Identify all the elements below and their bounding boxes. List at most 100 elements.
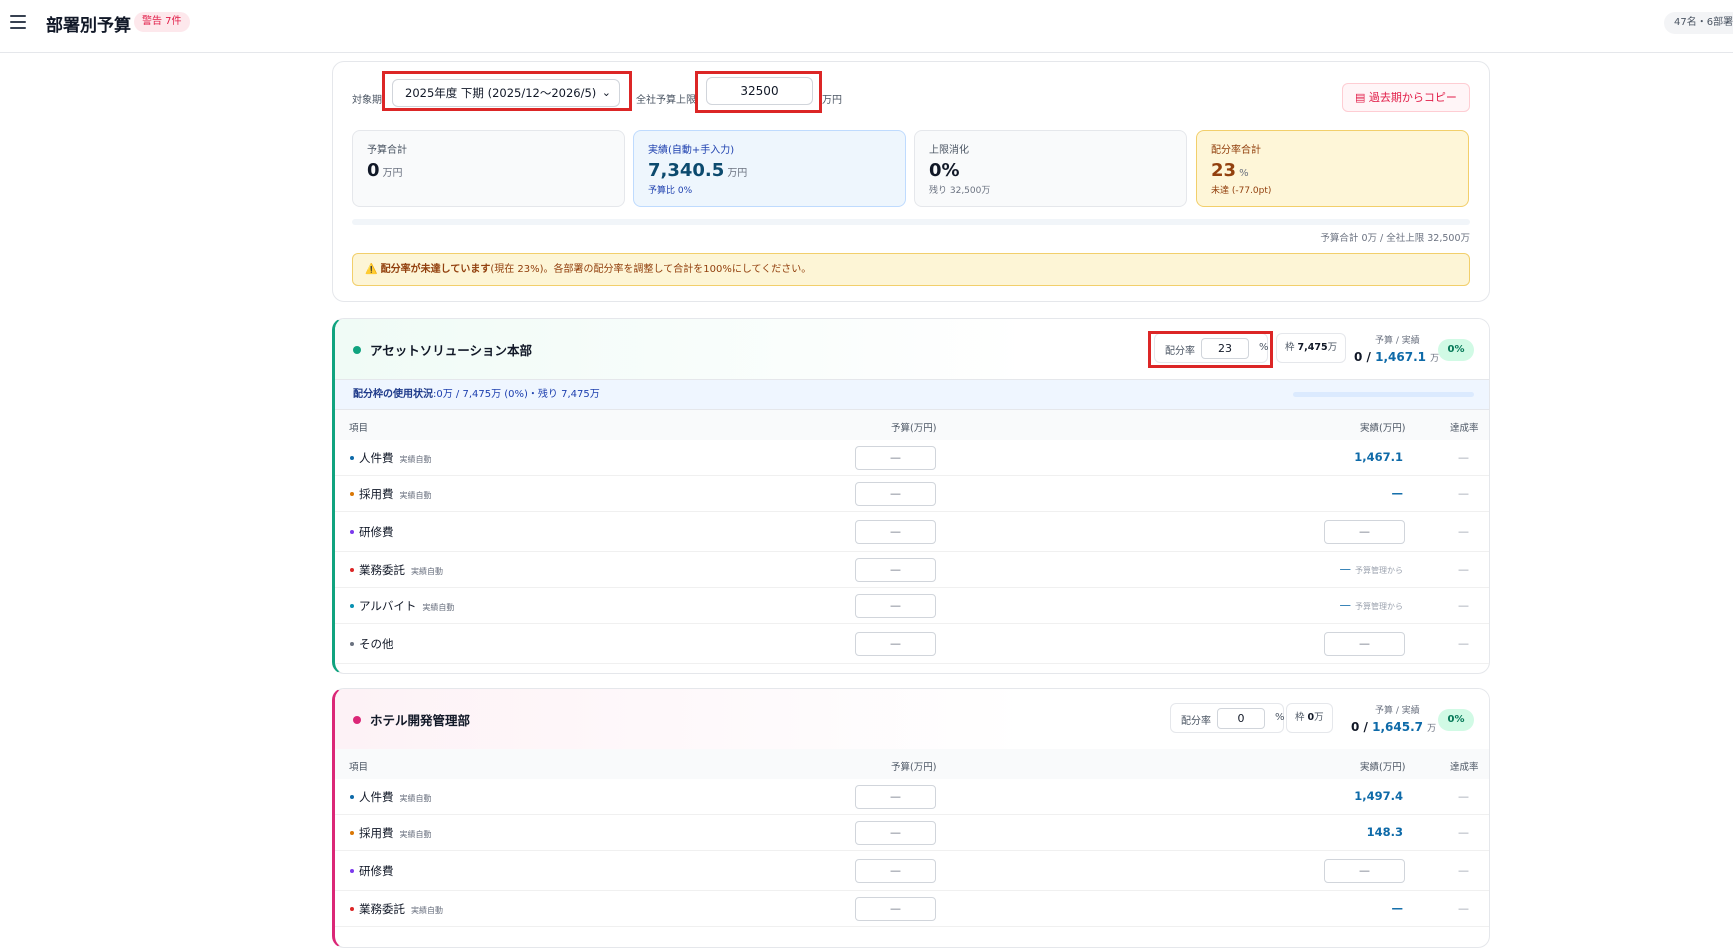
actual-input[interactable]: —: [1324, 632, 1405, 656]
highlight-rate: [1148, 331, 1273, 368]
department-name: アセットソリューション本部: [370, 343, 533, 358]
highlight-period: [382, 71, 632, 111]
department-dot: [353, 346, 361, 354]
cap-label: 全社予算上限: [636, 95, 696, 106]
copy-from-past-button[interactable]: ▤ 過去期からコピー: [1342, 83, 1470, 112]
warning-badge[interactable]: 警告 7件: [134, 12, 190, 32]
th-item: 項目: [349, 423, 369, 434]
cap-progress-text: 予算合計 0万 / 全社上限 32,500万: [1320, 233, 1470, 244]
item-bullet: [350, 530, 354, 534]
frame-label: 枠: [1285, 342, 1295, 353]
achievement-value: —: [1458, 826, 1469, 839]
item-bullet: [350, 795, 354, 799]
budget-input[interactable]: —: [855, 594, 936, 618]
item-name: その他: [359, 636, 394, 652]
table-row: 採用費 実績自動 — 148.3 —: [335, 815, 1489, 851]
allocation-rate-box: 配分率 0 %: [1170, 703, 1285, 733]
item-name: 研修費: [359, 524, 394, 540]
auto-tag: 実績自動: [411, 906, 443, 915]
budget-input[interactable]: —: [855, 558, 936, 582]
frame-label: 枠: [1295, 712, 1305, 723]
table-row: その他 — — —: [335, 624, 1489, 664]
stat-unit: 万円: [727, 168, 748, 179]
item-bullet: [350, 456, 354, 460]
period-label: 対象期: [352, 95, 382, 106]
stat-value: 0%: [929, 160, 960, 181]
frame-value: 7,475: [1297, 342, 1328, 353]
actual-number: 1,467.1: [1354, 450, 1403, 464]
rate-label: 配分率: [1181, 716, 1211, 727]
table-row: 人件費 実績自動 — 1,467.1 —: [335, 440, 1489, 476]
actual-number: —: [1339, 562, 1352, 576]
budget-actual-label: 予算 / 実績: [1375, 336, 1420, 346]
top-bar: 部署別予算 警告 7件 47名・6部署: [0, 0, 1733, 53]
item-bullet: [350, 831, 354, 835]
rate-input[interactable]: 0: [1217, 708, 1265, 729]
actual-value: —: [1392, 486, 1404, 500]
th-item: 項目: [349, 762, 369, 773]
actual-value: 1,497.4: [1354, 789, 1403, 803]
budget-input[interactable]: —: [855, 632, 936, 656]
th-budget: 予算(万円): [891, 423, 937, 434]
stat-actual: 実績(自動+手入力) 7,340.5 万円 予算比 0%: [633, 130, 906, 207]
item-label: 研修費: [359, 864, 394, 878]
usage-label: 配分枠の使用状況: [353, 389, 433, 400]
table-row: 研修費 — — —: [335, 851, 1489, 891]
item-name: 業務委託 実績自動: [359, 562, 443, 578]
rate-unit: %: [1275, 712, 1285, 723]
th-actual: 実績(万円): [1360, 762, 1406, 773]
achievement-value: —: [1458, 599, 1469, 612]
achievement-value: —: [1458, 637, 1469, 650]
budget-input[interactable]: —: [855, 897, 936, 921]
actual-number: 1,497.4: [1354, 789, 1403, 803]
actual-input[interactable]: —: [1324, 859, 1405, 883]
clipboard-icon: ▤: [1355, 91, 1366, 104]
stat-title: 配分率合計: [1211, 145, 1261, 156]
stat-value: 23: [1211, 160, 1237, 181]
usage-text: :0万 / 7,475万 (0%)・残り 7,475万: [433, 389, 600, 400]
actual-number: —: [1391, 901, 1404, 915]
department-dot: [353, 716, 361, 724]
budget-input[interactable]: —: [855, 821, 936, 845]
allocation-alert: ⚠️ 配分率が未達しています(現在 23%)。各部署の配分率を調整して合計を10…: [352, 253, 1470, 286]
stat-value: 7,340.5: [648, 160, 725, 181]
budget-input[interactable]: —: [855, 859, 936, 883]
frame-unit: 万: [1314, 712, 1324, 723]
stat-unit: %: [1239, 168, 1249, 179]
allocation-frame: 枠 0万: [1286, 703, 1333, 733]
item-name: 人件費 実績自動: [359, 450, 432, 466]
dept-unit: 万: [1427, 724, 1437, 734]
item-label: 採用費: [359, 487, 394, 501]
stat-sub: 予算比 0%: [648, 186, 693, 196]
achievement-value: —: [1458, 487, 1469, 500]
usage-progress: [1293, 392, 1474, 397]
achievement-value: —: [1458, 790, 1469, 803]
budget-actual-value: 0 / 1,467.1 万: [1354, 350, 1440, 364]
menu-icon[interactable]: [10, 15, 26, 29]
auto-tag: 実績自動: [399, 491, 432, 500]
department-name: ホテル開発管理部: [370, 713, 471, 728]
stat-title: 予算合計: [367, 145, 407, 156]
item-label: 業務委託: [359, 902, 405, 916]
item-label: 人件費: [359, 790, 394, 804]
auto-tag: 実績自動: [411, 567, 443, 576]
budget-input[interactable]: —: [855, 785, 936, 809]
dept-actual: 1,645.7: [1372, 720, 1423, 734]
table-row: 採用費 実績自動 — — —: [335, 476, 1489, 512]
allocation-usage-bar: 配分枠の使用状況:0万 / 7,475万 (0%)・残り 7,475万: [335, 379, 1489, 410]
actual-value: 1,467.1: [1354, 450, 1403, 464]
actual-input[interactable]: —: [1324, 520, 1405, 544]
department-card: ホテル開発管理部 配分率 0 % 枠 0万 予算 / 実績 0 / 1,645.…: [332, 688, 1490, 948]
warning-icon: ⚠️: [365, 264, 378, 275]
item-label: その他: [359, 637, 394, 651]
page-title: 部署別予算: [46, 16, 131, 36]
budget-input[interactable]: —: [855, 446, 936, 470]
budget-input[interactable]: —: [855, 482, 936, 506]
item-name: 業務委託 実績自動: [359, 901, 443, 917]
table-header: 項目 予算(万円) 実績(万円) 達成率: [335, 410, 1489, 440]
actual-number: —: [1391, 486, 1404, 500]
th-achievement: 達成率: [1450, 423, 1479, 434]
budget-input[interactable]: —: [855, 520, 936, 544]
auto-tag: 実績自動: [399, 455, 432, 464]
actual-value: 148.3: [1367, 825, 1403, 839]
